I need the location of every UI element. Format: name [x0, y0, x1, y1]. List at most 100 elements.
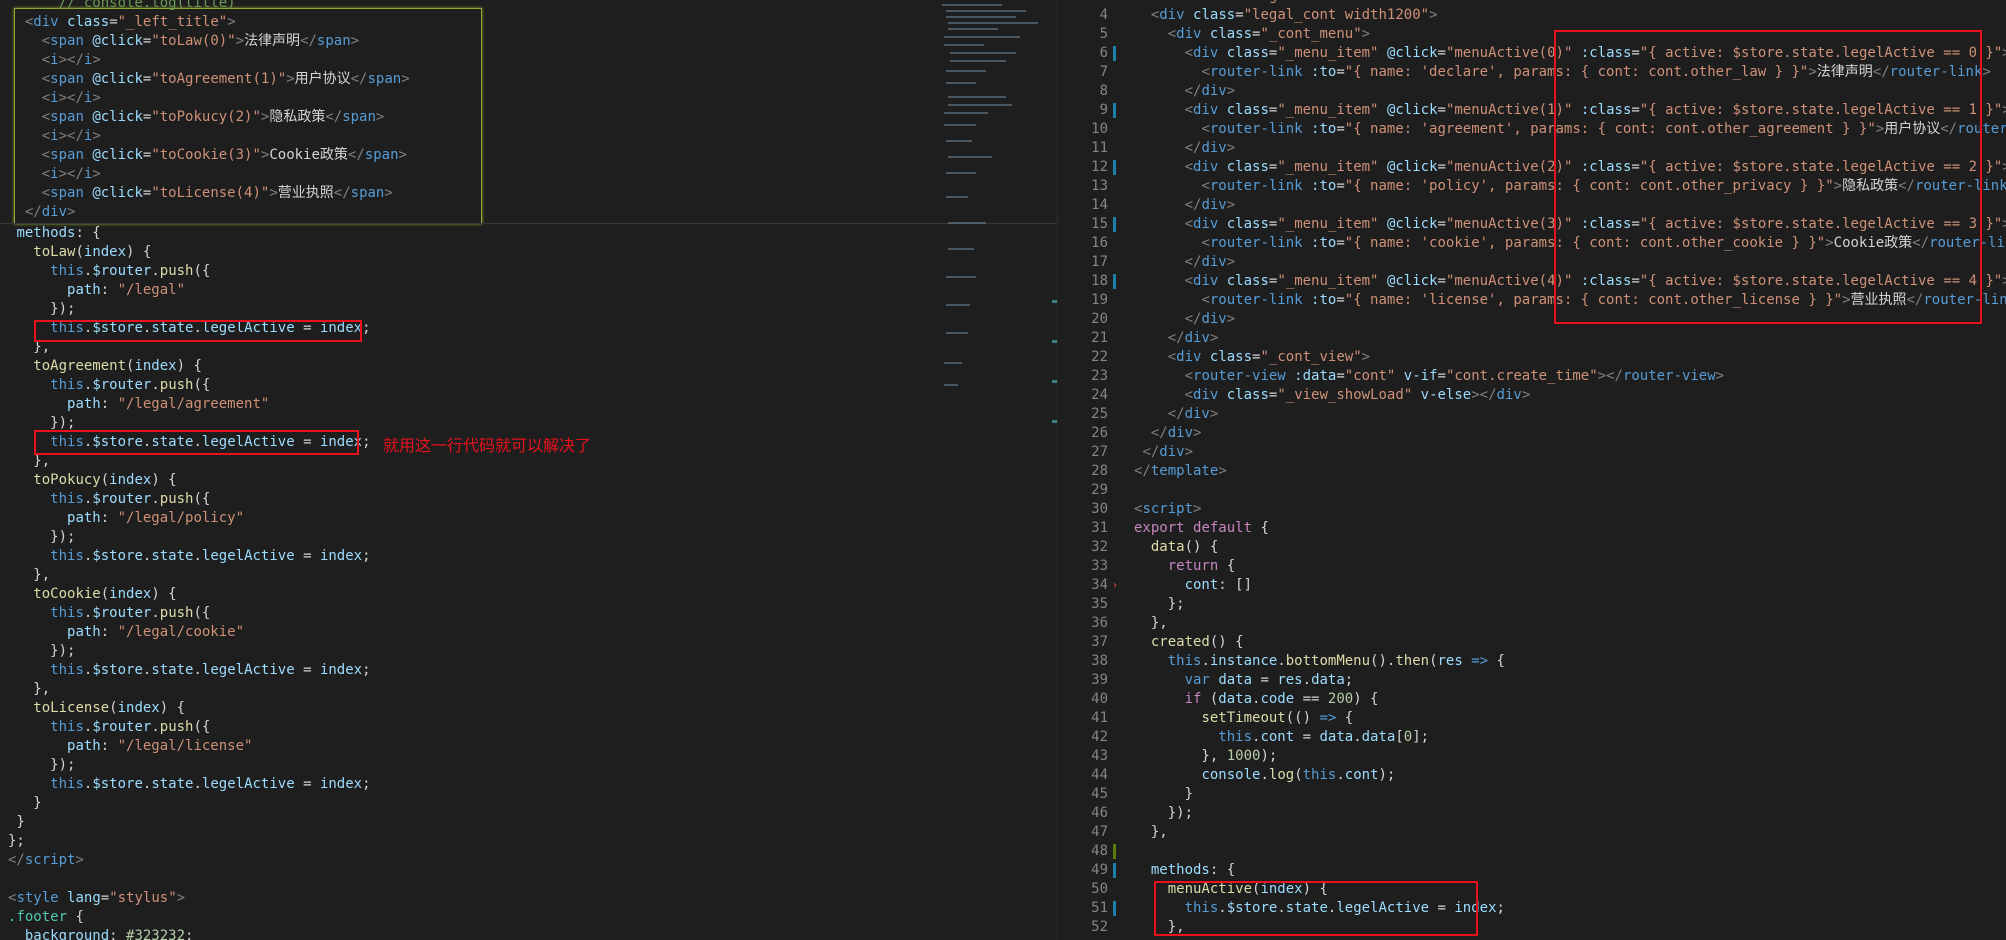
- code-line[interactable]: });: [0, 642, 1058, 661]
- code-line[interactable]: [0, 870, 1058, 889]
- code-line[interactable]: 34 › cont: []: [1058, 576, 2006, 595]
- line-number: 10: [1091, 121, 1108, 137]
- code-line[interactable]: </script>: [0, 851, 1058, 870]
- code-text: <div class="_cont_view">: [1167, 349, 1371, 365]
- code-text: <i></i>: [41, 52, 101, 68]
- right-editor-pane[interactable]: 3 <div class="legal">4 <div class="legal…: [1058, 0, 2006, 940]
- left-editor-pane[interactable]: // console.log(title) <div class="_left_…: [0, 0, 1058, 940]
- code-text: <script>: [1134, 501, 1202, 517]
- git-change-marker: [1113, 844, 1116, 859]
- minimap[interactable]: [938, 0, 1056, 400]
- code-line[interactable]: 26 </div>: [1058, 424, 2006, 443]
- code-line[interactable]: });: [0, 756, 1058, 775]
- code-line[interactable]: </div>: [0, 203, 1058, 222]
- code-line[interactable]: 25 </div>: [1058, 405, 2006, 424]
- code-line[interactable]: this.$store.state.legelActive = index;: [0, 775, 1058, 794]
- code-text: data() {: [1150, 539, 1219, 555]
- code-line[interactable]: path: "/legal/license": [0, 737, 1058, 756]
- code-line[interactable]: 33 return {: [1058, 557, 2006, 576]
- code-line[interactable]: toLaw(index) {: [0, 243, 1058, 262]
- code-line[interactable]: <i></i>: [0, 127, 1058, 146]
- code-line[interactable]: 28 </template>: [1058, 462, 2006, 481]
- code-line[interactable]: 23 <router-view :data="cont" v-if="cont.…: [1058, 367, 2006, 386]
- code-line[interactable]: <span @click="toCookie(3)">Cookie政策</spa…: [0, 146, 1058, 165]
- code-line[interactable]: 37 created() {: [1058, 633, 2006, 652]
- code-line[interactable]: 35 };: [1058, 595, 2006, 614]
- code-line[interactable]: toCookie(index) {: [0, 585, 1058, 604]
- code-line[interactable]: 45 }: [1058, 785, 2006, 804]
- code-line[interactable]: 31 export default {: [1058, 519, 2006, 538]
- code-line[interactable]: 24 <div class="_view_showLoad" v-else></…: [1058, 386, 2006, 405]
- line-number: 13: [1091, 178, 1108, 194]
- code-line[interactable]: 49 methods: {: [1058, 861, 2006, 880]
- code-line[interactable]: <div class="_left_title">: [0, 13, 1058, 32]
- code-line[interactable]: <span @click="toAgreement(1)">用户协议</span…: [0, 70, 1058, 89]
- code-text: return {: [1167, 558, 1236, 574]
- code-line[interactable]: 21 </div>: [1058, 329, 2006, 348]
- code-line[interactable]: this.$router.push({: [0, 604, 1058, 623]
- code-line[interactable]: 41 setTimeout(() => {: [1058, 709, 2006, 728]
- line-number: 40: [1091, 691, 1108, 707]
- code-line[interactable]: this.$router.push({: [0, 718, 1058, 737]
- code-line[interactable]: .footer {: [0, 908, 1058, 927]
- line-number: 8: [1099, 83, 1108, 99]
- line-number: 38: [1091, 653, 1108, 669]
- code-line[interactable]: 29: [1058, 481, 2006, 500]
- code-text: });: [8, 643, 76, 659]
- line-number: 31: [1091, 520, 1108, 536]
- code-line[interactable]: path: "/legal/policy": [0, 509, 1058, 528]
- code-line[interactable]: <i></i>: [0, 51, 1058, 70]
- code-line[interactable]: 38 this.instance.bottomMenu().then(res =…: [1058, 652, 2006, 671]
- code-line[interactable]: 36 },: [1058, 614, 2006, 633]
- code-line[interactable]: <span @click="toLicense(4)">营业执照</span>: [0, 184, 1058, 203]
- code-line[interactable]: 42 this.cont = data.data[0];: [1058, 728, 2006, 747]
- code-line[interactable]: 27 </div>: [1058, 443, 2006, 462]
- code-line[interactable]: background: #323232;: [0, 927, 1058, 940]
- code-line[interactable]: this.$store.state.legelActive = index;: [0, 661, 1058, 680]
- code-line[interactable]: },: [0, 566, 1058, 585]
- code-line[interactable]: path: "/legal/cookie": [0, 623, 1058, 642]
- code-line[interactable]: this.$router.push({: [0, 376, 1058, 395]
- code-text: path: "/legal/agreement": [67, 396, 270, 412]
- code-line[interactable]: 44 console.log(this.cont);: [1058, 766, 2006, 785]
- line-number: 7: [1099, 64, 1108, 80]
- line-number: 18: [1091, 273, 1108, 289]
- code-line[interactable]: toPokucy(index) {: [0, 471, 1058, 490]
- code-text: methods: {: [16, 225, 101, 241]
- code-line[interactable]: this.$router.push({: [0, 262, 1058, 281]
- code-line[interactable]: },: [0, 680, 1058, 699]
- line-number: 25: [1091, 406, 1108, 422]
- code-line[interactable]: 22 <div class="_cont_view">: [1058, 348, 2006, 367]
- code-line[interactable]: 47 },: [1058, 823, 2006, 842]
- code-line[interactable]: 40 if (data.code == 200) {: [1058, 690, 2006, 709]
- breakpoint-arrow-icon[interactable]: ›: [1112, 576, 1118, 595]
- code-line[interactable]: <span @click="toPokucy(2)">隐私政策</span>: [0, 108, 1058, 127]
- code-line[interactable]: 4 <div class="legal_cont width1200">: [1058, 6, 2006, 25]
- code-line[interactable]: path: "/legal": [0, 281, 1058, 300]
- code-line[interactable]: this.$router.push({: [0, 490, 1058, 509]
- code-line[interactable]: 39 var data = res.data;: [1058, 671, 2006, 690]
- code-line[interactable]: });: [0, 300, 1058, 319]
- code-text: var data = res.data;: [1184, 672, 1354, 688]
- code-line[interactable]: 48: [1058, 842, 2006, 861]
- code-line[interactable]: toLicense(index) {: [0, 699, 1058, 718]
- code-line[interactable]: // console.log(title): [0, 0, 1058, 13]
- code-line[interactable]: 46 });: [1058, 804, 2006, 823]
- code-line[interactable]: toAgreement(index) {: [0, 357, 1058, 376]
- code-line[interactable]: 32 data() {: [1058, 538, 2006, 557]
- code-line[interactable]: };: [0, 832, 1058, 851]
- code-line[interactable]: <style lang="stylus">: [0, 889, 1058, 908]
- code-line[interactable]: }: [0, 813, 1058, 832]
- code-line[interactable]: this.$store.state.legelActive = index;: [0, 547, 1058, 566]
- code-line[interactable]: <i></i>: [0, 165, 1058, 184]
- code-line[interactable]: path: "/legal/agreement": [0, 395, 1058, 414]
- code-line[interactable]: 43 }, 1000);: [1058, 747, 2006, 766]
- code-text: });: [8, 757, 76, 773]
- code-line[interactable]: <span @click="toLaw(0)">法律声明</span>: [0, 32, 1058, 51]
- code-line[interactable]: methods: {: [0, 224, 1058, 243]
- code-text: if (data.code == 200) {: [1184, 691, 1379, 707]
- code-line[interactable]: });: [0, 528, 1058, 547]
- code-line[interactable]: <i></i>: [0, 89, 1058, 108]
- code-line[interactable]: }: [0, 794, 1058, 813]
- code-line[interactable]: 30 <script>: [1058, 500, 2006, 519]
